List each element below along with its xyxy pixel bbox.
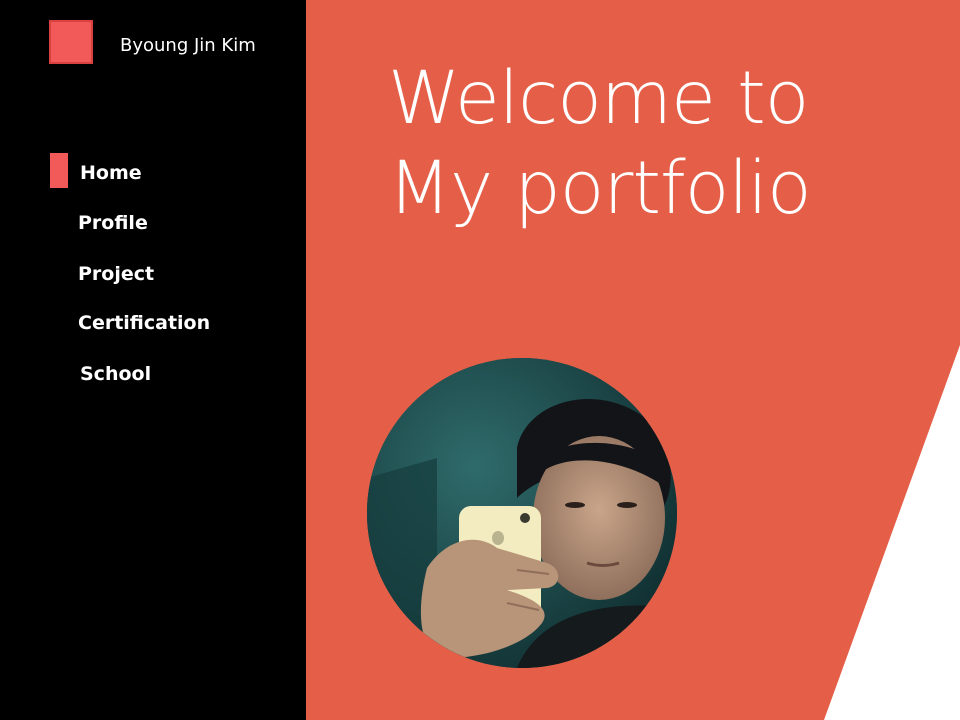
profile-photo-illustration <box>367 358 677 668</box>
nav-item-certification[interactable]: Certification <box>78 312 210 334</box>
nav-item-school[interactable]: School <box>80 363 151 385</box>
active-nav-indicator <box>50 153 68 188</box>
nav-item-project[interactable]: Project <box>78 263 154 285</box>
nav-item-profile[interactable]: Profile <box>78 212 148 234</box>
hero-headline: Welcome to My portfolio <box>388 54 812 234</box>
main-content: Welcome to My portfolio <box>306 0 960 720</box>
author-name: Byoung Jin Kim <box>120 35 256 56</box>
nav-item-home[interactable]: Home <box>80 162 142 184</box>
sidebar: Byoung Jin Kim Home Profile Project Cert… <box>0 0 306 720</box>
hero-line-2: My portfolio <box>388 146 812 231</box>
hero-line-1: Welcome to <box>388 56 809 141</box>
square-logo-icon[interactable] <box>49 20 93 64</box>
profile-photo <box>367 358 677 668</box>
